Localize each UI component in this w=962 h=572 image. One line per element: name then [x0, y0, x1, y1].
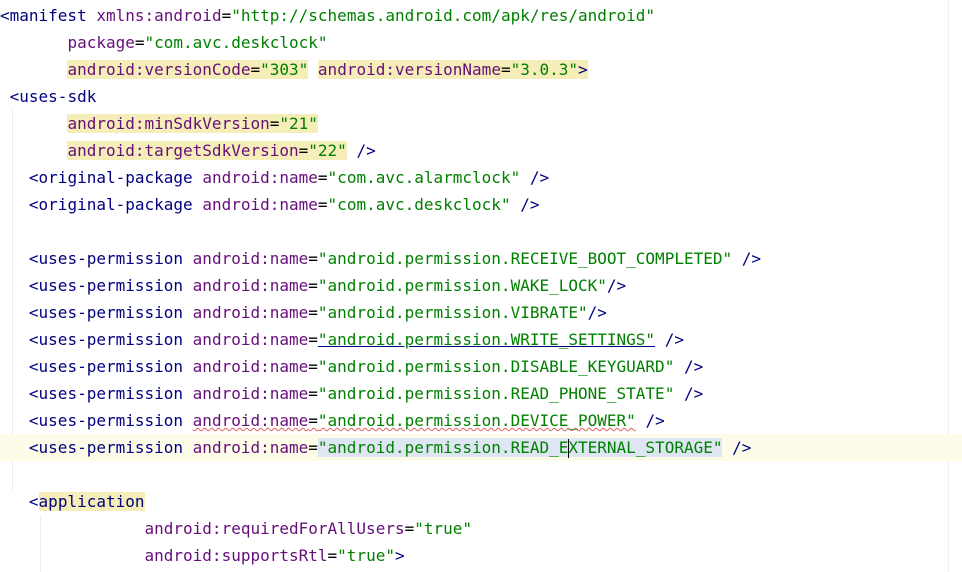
attr-name: android:name [202, 168, 318, 187]
code-line-min-sdk[interactable]: android:minSdkVersion="21" [0, 110, 962, 137]
code-line-permission[interactable]: <uses-permission android:name="android.p… [0, 272, 962, 299]
value-original-package: "com.avc.deskclock" [327, 195, 511, 214]
attr-name: android:name [192, 438, 309, 457]
value-package: "com.avc.deskclock" [144, 33, 328, 52]
attr-name: android:name [192, 303, 309, 322]
value-permission: "android.permission.VIBRATE" [317, 303, 588, 322]
tag-uses-permission: <uses-permission [28, 384, 184, 403]
code-line-permission[interactable]: <uses-permission android:name="android.p… [0, 299, 962, 326]
tag-uses-sdk: <uses-sdk [9, 87, 97, 106]
tag-uses-permission: <uses-permission [28, 357, 184, 376]
code-line-original-package[interactable]: <original-package android:name="com.avc.… [0, 164, 962, 191]
value-min-sdk: "21" [279, 114, 318, 133]
attr-min-sdk: android:minSdkVersion [67, 114, 270, 133]
value-version-name: "3.0.3" [510, 60, 579, 79]
value-permission: "android.permission.WAKE_LOCK" [317, 276, 607, 295]
code-line-permission[interactable]: <uses-permission android:name="android.p… [0, 407, 962, 434]
attr-name: android:name [192, 384, 309, 403]
value-required-users: "true" [414, 519, 473, 538]
code-editor[interactable]: <manifest xmlns:android="http://schemas.… [0, 0, 962, 572]
tag-original-package: <original-package [28, 168, 193, 187]
tag-application: application [38, 492, 145, 511]
code-line-original-package[interactable]: <original-package android:name="com.avc.… [0, 191, 962, 218]
attr-version-code: android:versionCode [67, 60, 251, 79]
value-version-code: "303" [260, 60, 309, 79]
code-line-package[interactable]: package="com.avc.deskclock" [0, 29, 962, 56]
attr-name: android:name [202, 195, 318, 214]
tag-manifest: <manifest [0, 6, 87, 25]
tag-original-package: <original-package [28, 195, 193, 214]
value-permission: "android.permission.READ_PHONE_STATE" [317, 384, 675, 403]
value-permission: "android.permission.RECEIVE_BOOT_COMPLET… [317, 249, 733, 268]
value-permission-after-caret: XTERNAL_STORAGE" [568, 438, 723, 457]
tag-application-bracket: < [28, 492, 39, 511]
code-line-version[interactable]: android:versionCode="303" android:versio… [0, 56, 962, 83]
tag-uses-permission: <uses-permission [28, 330, 184, 349]
tag-uses-permission: <uses-permission [28, 303, 184, 322]
value-original-package: "com.avc.alarmclock" [327, 168, 521, 187]
attr-name: android:name [192, 411, 309, 430]
tag-uses-permission: <uses-permission [28, 249, 184, 268]
tag-uses-permission: <uses-permission [28, 276, 184, 295]
code-line-target-sdk[interactable]: android:targetSdkVersion="22" /> [0, 137, 962, 164]
value-permission: "android.permission.DISABLE_KEYGUARD" [317, 357, 675, 376]
attr-xmlns: xmlns:android [96, 6, 222, 25]
code-line-permission[interactable]: <uses-permission android:name="android.p… [0, 245, 962, 272]
attr-name: android:name [192, 249, 309, 268]
code-line-required-users[interactable]: android:requiredForAllUsers="true" [0, 515, 962, 542]
code-line-uses-sdk[interactable]: <uses-sdk [0, 83, 962, 110]
value-permission-before-caret: "android.permission.READ_E [317, 438, 569, 457]
attr-required-users: android:requiredForAllUsers [144, 519, 405, 538]
attr-version-name: android:versionName [317, 60, 501, 79]
attr-package: package [67, 33, 135, 52]
code-line-application[interactable]: <application [0, 488, 962, 515]
tag-uses-permission: <uses-permission [28, 438, 184, 457]
value-supports-rtl: "true" [337, 546, 395, 565]
value-permission: "android.permission.WRITE_SETTINGS" [317, 330, 656, 349]
code-line-manifest[interactable]: <manifest xmlns:android="http://schemas.… [0, 2, 962, 29]
value-permission: "android.permission.DEVICE_POWER" [317, 411, 636, 430]
attr-name: android:name [192, 276, 309, 295]
attr-name: android:name [192, 330, 309, 349]
code-line-permission[interactable]: <uses-permission android:name="android.p… [0, 380, 962, 407]
value-target-sdk: "22" [308, 141, 347, 160]
tag-uses-permission: <uses-permission [28, 411, 184, 430]
code-line-supports-rtl[interactable]: android:supportsRtl="true"> [0, 542, 962, 569]
attr-name: android:name [192, 357, 309, 376]
code-line-current[interactable]: <uses-permission android:name="android.p… [0, 434, 962, 461]
attr-target-sdk: android:targetSdkVersion [67, 141, 299, 160]
attr-supports-rtl: android:supportsRtl [144, 546, 328, 565]
code-line-permission[interactable]: <uses-permission android:name="android.p… [0, 326, 962, 353]
value-xmlns: "http://schemas.android.com/apk/res/andr… [231, 6, 656, 25]
code-line-permission[interactable]: <uses-permission android:name="android.p… [0, 353, 962, 380]
